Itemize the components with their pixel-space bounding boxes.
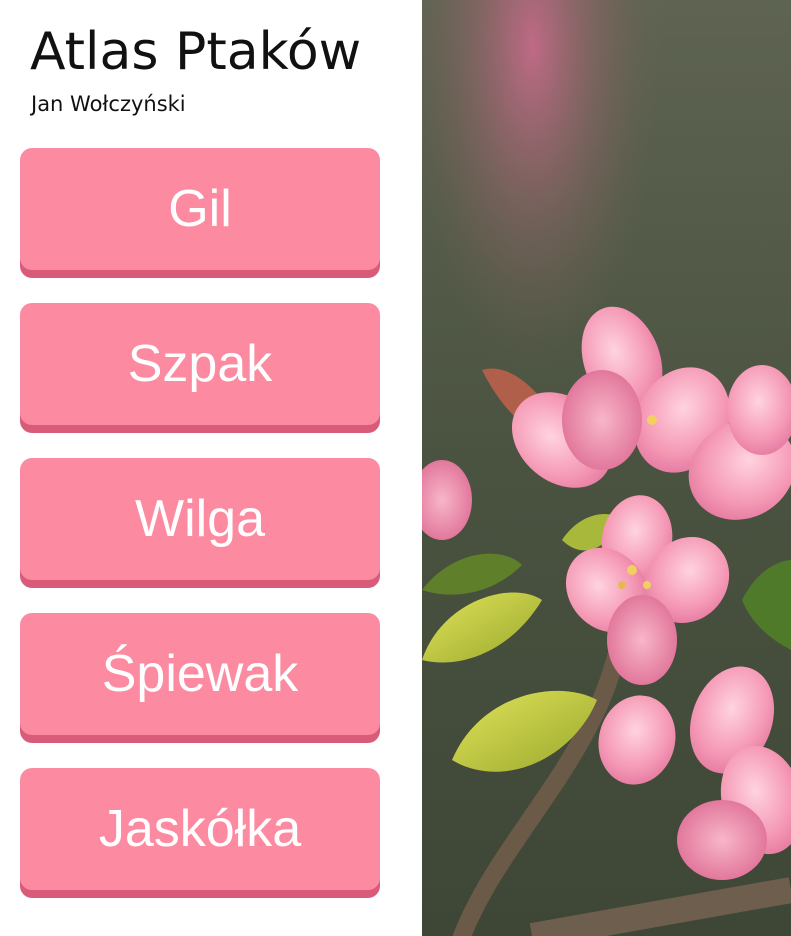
bird-menu: Gil Szpak Wilga Śpiewak Jaskółka <box>0 0 422 936</box>
bird-button-gil[interactable]: Gil <box>20 148 380 270</box>
page: Atlas Ptaków Jan Wołczyński Gil Szpak Wi… <box>0 0 791 936</box>
bird-button-spiewak[interactable]: Śpiewak <box>20 613 380 735</box>
left-panel: Atlas Ptaków Jan Wołczyński Gil Szpak Wi… <box>0 0 422 936</box>
bird-button-jaskolka[interactable]: Jaskółka <box>20 768 380 890</box>
blossom-photo <box>422 0 791 936</box>
bird-button-wilga[interactable]: Wilga <box>20 458 380 580</box>
bird-button-szpak[interactable]: Szpak <box>20 303 380 425</box>
